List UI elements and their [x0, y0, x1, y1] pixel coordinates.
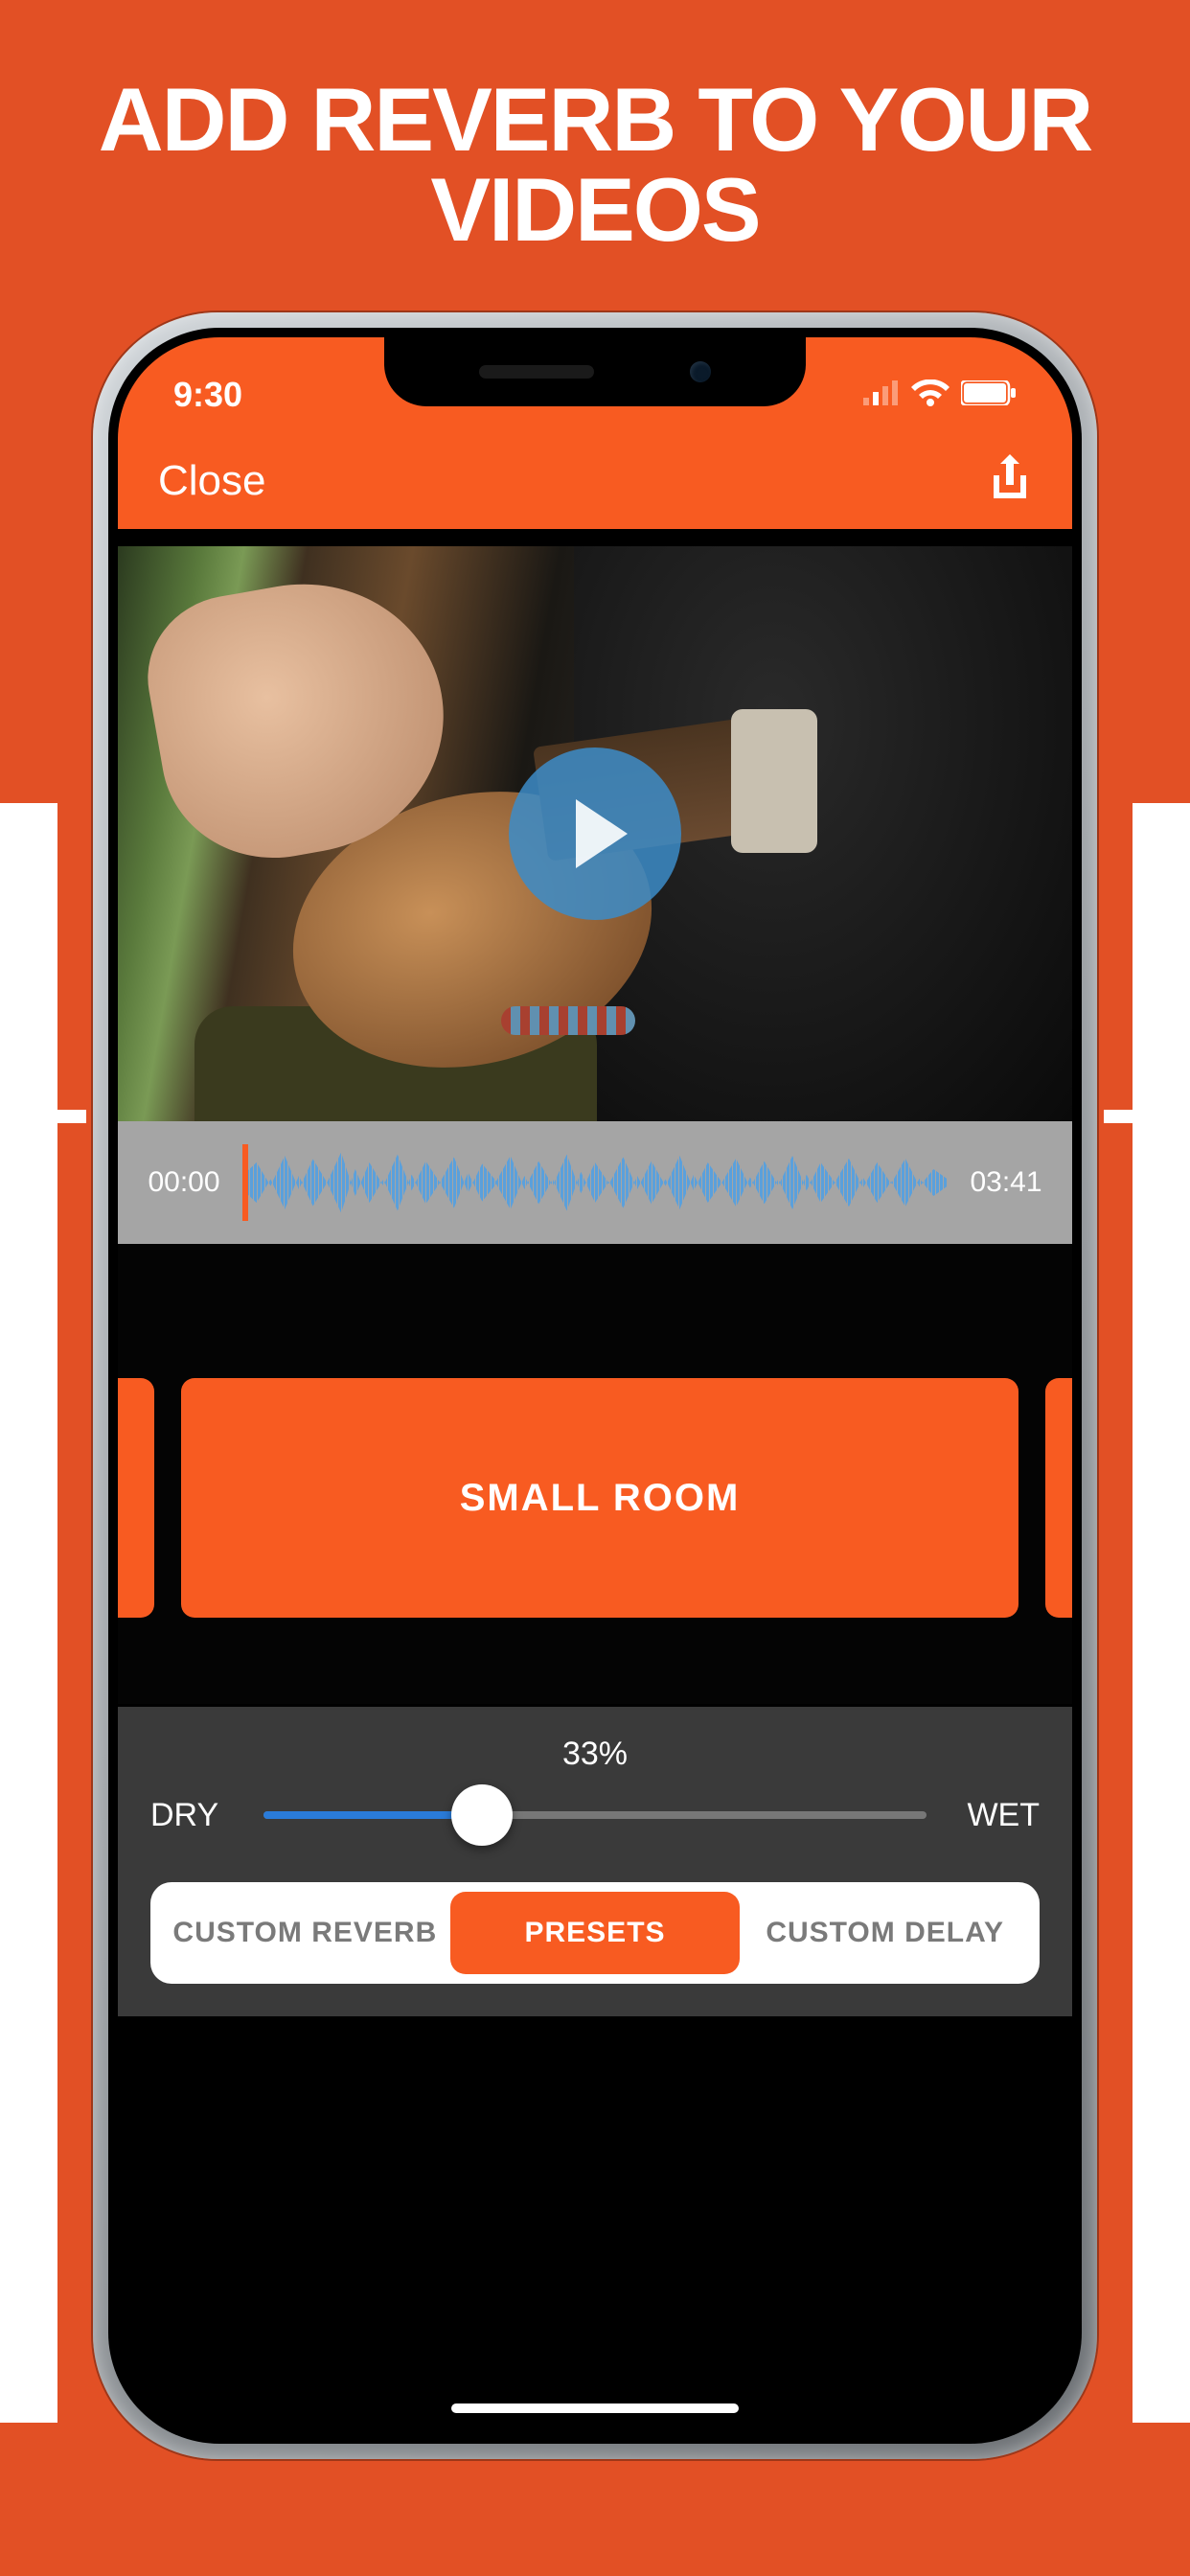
preset-card-next[interactable] [1045, 1378, 1072, 1618]
device-frame: 9:30 Close [93, 312, 1097, 2459]
nav-bar: Close [118, 433, 1072, 529]
preset-carousel[interactable]: SMALL ROOM [118, 1244, 1072, 1704]
preset-card-selected[interactable]: SMALL ROOM [181, 1378, 1018, 1618]
mix-panel: 33% DRY WET CUSTOM REVERB PRESETS CUSTOM… [118, 1704, 1072, 2016]
share-button[interactable] [988, 452, 1032, 511]
timeline-start-time: 00:00 [141, 1166, 227, 1199]
playhead[interactable] [242, 1144, 248, 1221]
mix-slider[interactable] [263, 1786, 927, 1844]
play-button[interactable] [509, 748, 681, 920]
home-indicator[interactable] [451, 2404, 739, 2413]
segment-custom-delay[interactable]: CUSTOM DELAY [740, 1892, 1030, 1974]
device-notch [384, 337, 806, 406]
timeline-end-time: 03:41 [963, 1166, 1049, 1199]
screen: 9:30 Close [118, 337, 1072, 2434]
battery-icon [961, 380, 1017, 410]
mix-dry-label: DRY [150, 1797, 237, 1834]
segment-custom-reverb[interactable]: CUSTOM REVERB [160, 1892, 450, 1974]
audio-timeline[interactable]: 00:00 03:41 [118, 1121, 1072, 1244]
slider-fill [263, 1811, 482, 1819]
segment-presets[interactable]: PRESETS [450, 1892, 741, 1974]
mix-wet-label: WET [953, 1797, 1040, 1834]
wifi-icon [911, 380, 950, 411]
promo-bg-panel-right [1133, 803, 1190, 2423]
waveform-icon [242, 1149, 948, 1216]
cellular-icon [863, 380, 900, 410]
status-time: 9:30 [173, 375, 242, 415]
close-button[interactable]: Close [158, 457, 266, 505]
promo-title: ADD REVERB TO YOUR VIDEOS [0, 75, 1190, 255]
video-preview[interactable] [118, 546, 1072, 1121]
mode-segmented-control: CUSTOM REVERB PRESETS CUSTOM DELAY [150, 1882, 1040, 1984]
preset-card-prev[interactable] [118, 1378, 154, 1618]
slider-thumb[interactable] [451, 1784, 513, 1846]
promo-bg-panel-left [0, 803, 57, 2423]
waveform-track[interactable] [242, 1139, 948, 1226]
mix-percent-label: 33% [150, 1736, 1040, 1773]
share-icon [988, 494, 1032, 510]
